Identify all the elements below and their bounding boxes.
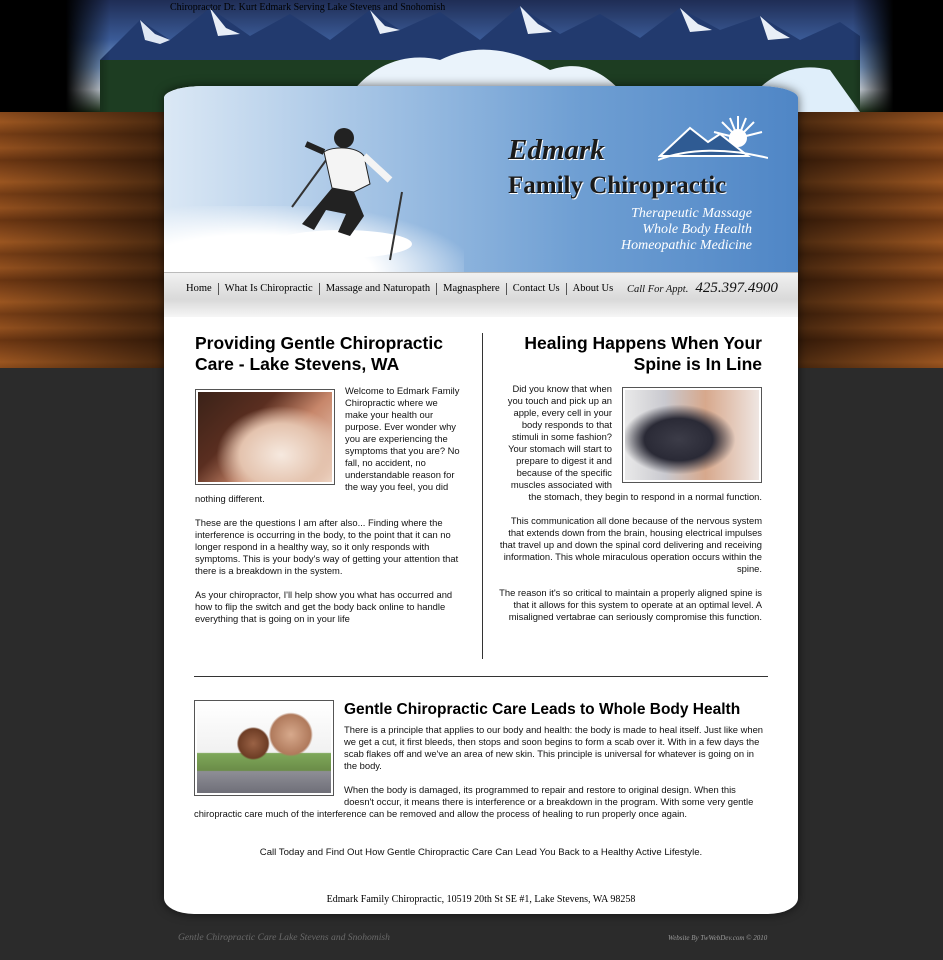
call-to-action: Call Today and Find Out How Gentle Chiro… <box>259 847 703 858</box>
service-homeopathic: Homeopathic Medicine <box>620 238 752 253</box>
nav-contact-us[interactable]: Contact Us <box>505 283 566 295</box>
clinic-address: Edmark Family Chiropractic, 10519 20th S… <box>326 894 636 905</box>
logo-title: Edmark <box>508 134 605 166</box>
left-paragraph-3: As your chiropractor, I'll help show you… <box>195 589 453 624</box>
footer-credit[interactable]: Website By TwWebDev.com © 2010 <box>668 934 767 942</box>
right-heading: Healing Happens When Your Spine is In Li… <box>524 333 762 374</box>
logo-subtitle: Family Chiropractic <box>508 172 727 199</box>
main-navigation: Home What Is Chiropractic Massage and Na… <box>164 272 798 317</box>
phone-number[interactable]: 425.397.4900 <box>695 280 778 296</box>
call-label: Call For Appt. <box>627 284 689 295</box>
content-panel: Edmark Family Chiropractic Therapeutic M… <box>164 86 798 914</box>
left-heading: Providing Gentle Chiropractic Care - Lak… <box>195 333 443 374</box>
left-column: Providing Gentle Chiropractic Care - Lak… <box>195 333 463 637</box>
header-banner: Edmark Family Chiropractic Therapeutic M… <box>164 86 798 272</box>
service-whole-body: Whole Body Health <box>642 222 752 237</box>
call-for-appointment: Call For Appt. 425.397.4900 <box>627 279 778 297</box>
sun-mountain-logo-icon <box>658 116 768 161</box>
neck-massage-photo <box>195 389 335 485</box>
right-column: Healing Happens When Your Spine is In Li… <box>498 333 762 635</box>
service-massage: Therapeutic Massage <box>631 206 752 221</box>
services-list: Therapeutic Massage Whole Body Health Ho… <box>621 206 752 254</box>
nav-massage-naturopath[interactable]: Massage and Naturopath <box>318 283 436 295</box>
couple-photo <box>194 700 334 796</box>
spine-adjustment-photo <box>622 387 762 483</box>
footer-tagline: Gentle Chiropractic Care Lake Stevens an… <box>178 932 390 943</box>
nav-magnasphere[interactable]: Magnasphere <box>436 283 506 295</box>
right-paragraph-2: This communication all done because of t… <box>499 515 762 574</box>
top-tagline: Chiropractor Dr. Kurt Edmark Serving Lak… <box>170 2 446 13</box>
nav-home[interactable]: Home <box>182 283 218 295</box>
left-paragraph-2: These are the questions I am after also.… <box>195 517 459 576</box>
nav-what-is-chiropractic[interactable]: What Is Chiropractic <box>217 283 319 295</box>
nav-about-us[interactable]: About Us <box>565 283 620 295</box>
column-divider <box>482 333 483 659</box>
right-paragraph-3: The reason it's so critical to maintain … <box>499 587 762 622</box>
skier-illustration <box>272 128 412 261</box>
bottom-section: Gentle Chiropractic Care Leads to Whole … <box>194 698 768 832</box>
section-divider <box>194 676 768 677</box>
